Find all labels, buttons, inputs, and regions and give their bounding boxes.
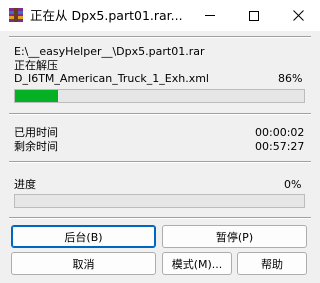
progress-panel: E:\__easyHelper__\Dpx5.part01.rar 正在解压 D… bbox=[0, 31, 320, 283]
pause-button-label: 暂停(P) bbox=[215, 230, 254, 244]
help-button-label: 帮助 bbox=[261, 257, 283, 271]
close-button[interactable] bbox=[276, 0, 320, 31]
mode-button[interactable]: 模式(M)... bbox=[162, 252, 232, 275]
winrar-icon bbox=[8, 7, 24, 23]
cancel-button[interactable]: 取消 bbox=[11, 252, 156, 275]
title-bar[interactable]: 正在从 Dpx5.part01.rar... bbox=[0, 0, 320, 31]
file-percent: 86% bbox=[278, 72, 303, 85]
close-icon bbox=[292, 10, 304, 21]
help-button[interactable]: 帮助 bbox=[237, 252, 307, 275]
separator bbox=[9, 217, 311, 219]
minimize-button[interactable] bbox=[188, 0, 232, 31]
elapsed-label: 已用时间 bbox=[14, 126, 58, 139]
background-button[interactable]: 后台(B) bbox=[11, 225, 156, 248]
archive-path: E:\__easyHelper__\Dpx5.part01.rar bbox=[14, 45, 205, 58]
file-progress-bar bbox=[14, 89, 305, 103]
maximize-button[interactable] bbox=[232, 0, 276, 31]
window-title: 正在从 Dpx5.part01.rar... bbox=[30, 8, 183, 23]
elapsed-value: 00:00:02 bbox=[255, 126, 305, 139]
current-file: D_I6TM_American_Truck_1_Exh.xml bbox=[14, 72, 209, 85]
background-button-label: 后台(B) bbox=[64, 230, 103, 244]
pause-button[interactable]: 暂停(P) bbox=[162, 225, 307, 248]
separator bbox=[9, 161, 311, 163]
overall-progress-bar bbox=[14, 194, 305, 208]
action-label: 正在解压 bbox=[14, 59, 58, 72]
separator bbox=[9, 36, 311, 38]
maximize-icon bbox=[249, 10, 259, 21]
overall-percent: 0% bbox=[284, 178, 302, 191]
minimize-icon bbox=[205, 15, 215, 16]
remaining-value: 00:57:27 bbox=[255, 140, 305, 153]
file-progress-fill bbox=[15, 90, 59, 102]
cancel-button-label: 取消 bbox=[72, 257, 95, 271]
mode-button-label: 模式(M)... bbox=[171, 257, 223, 271]
overall-progress-label: 进度 bbox=[14, 178, 36, 191]
remaining-label: 剩余时间 bbox=[14, 140, 58, 153]
separator bbox=[9, 113, 311, 115]
